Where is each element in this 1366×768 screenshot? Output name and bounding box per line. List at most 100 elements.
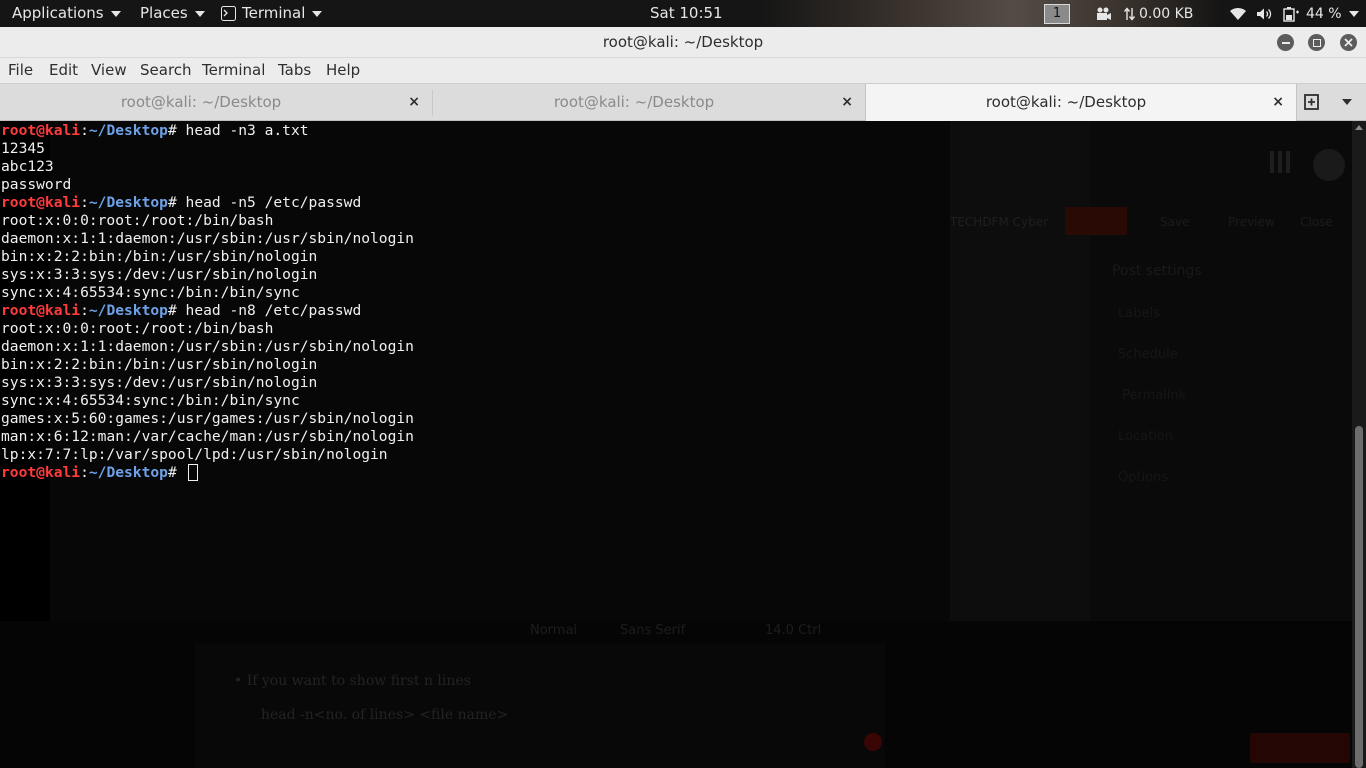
prompt-symbol: # bbox=[167, 194, 186, 211]
terminal-scrollbar[interactable] bbox=[1352, 121, 1366, 768]
output-text: lp:x:7:7:lp:/var/spool/lpd:/usr/sbin/nol… bbox=[1, 446, 388, 463]
applications-menu[interactable]: Applications bbox=[12, 0, 121, 27]
avatar bbox=[1313, 149, 1345, 181]
terminal-output-line: man:x:6:12:man:/var/cache/man:/usr/sbin/… bbox=[1, 428, 414, 446]
command-text: head -n5 /etc/passwd bbox=[185, 194, 362, 211]
post-settings-title: Post settings bbox=[1112, 263, 1202, 279]
blog-save-button: Save bbox=[1160, 215, 1190, 229]
format-normal: Normal bbox=[530, 623, 578, 638]
prompt-symbol: # bbox=[167, 302, 186, 319]
publish-button-ghost bbox=[1065, 207, 1127, 235]
network-speed-value: 0.00 KB bbox=[1139, 5, 1194, 22]
settings-permalink: Permalink bbox=[1122, 388, 1187, 403]
close-icon[interactable]: × bbox=[408, 84, 420, 121]
output-text: 12345 bbox=[1, 140, 45, 157]
apps-tray-icon[interactable] bbox=[1096, 0, 1112, 27]
prompt-separator: : bbox=[80, 464, 89, 481]
minimize-button[interactable] bbox=[1277, 34, 1294, 51]
network-speed: 0.00 KB bbox=[1124, 0, 1193, 27]
scroll-up-icon[interactable] bbox=[1355, 125, 1363, 130]
terminal-output-line: daemon:x:1:1:daemon:/usr/sbin:/usr/sbin/… bbox=[1, 338, 414, 356]
settings-options: Options bbox=[1118, 470, 1169, 485]
format-size: 14.0 Ctrl bbox=[765, 623, 822, 638]
clock[interactable]: Sat 10:51 bbox=[650, 0, 723, 27]
chevron-down-icon bbox=[110, 10, 121, 17]
prompt-user: root@kali bbox=[1, 464, 81, 481]
output-text: daemon:x:1:1:daemon:/usr/sbin:/usr/sbin/… bbox=[1, 338, 414, 355]
blog-bullet-label: If you want to show first n lines bbox=[246, 673, 471, 689]
close-window-button[interactable] bbox=[1340, 34, 1357, 51]
window-titlebar[interactable]: root@kali: ~/Desktop bbox=[0, 27, 1366, 58]
terminal-output-line: lp:x:7:7:lp:/var/spool/lpd:/usr/sbin/nol… bbox=[1, 446, 414, 464]
output-text: sync:x:4:65534:sync:/bin:/bin/sync bbox=[1, 392, 300, 409]
menu-tabs[interactable]: Tabs bbox=[278, 58, 311, 83]
maximize-icon bbox=[1312, 38, 1321, 47]
settings-schedule: Schedule bbox=[1118, 347, 1178, 362]
tab-label: root@kali: ~/Desktop bbox=[120, 93, 282, 111]
output-text: games:x:5:60:games:/usr/games:/usr/sbin/… bbox=[1, 410, 414, 427]
prompt-path: ~/Desktop bbox=[88, 194, 168, 211]
tab-2[interactable]: root@kali: ~/Desktop × bbox=[433, 84, 865, 121]
blog-close-button: Close bbox=[1300, 215, 1333, 229]
minimize-icon bbox=[1281, 41, 1290, 44]
gnome-top-bar: Applications Places Terminal Sat 10:51 1… bbox=[0, 0, 1366, 27]
prompt-path: ~/Desktop bbox=[88, 122, 168, 139]
tab-3-active[interactable]: root@kali: ~/Desktop × bbox=[865, 84, 1297, 121]
menu-terminal[interactable]: Terminal bbox=[202, 58, 265, 83]
output-text: sys:x:3:3:sys:/dev:/usr/sbin/nologin bbox=[1, 266, 318, 283]
output-text: man:x:6:12:man:/var/cache/man:/usr/sbin/… bbox=[1, 428, 414, 445]
new-tab-button[interactable] bbox=[1303, 93, 1321, 115]
menu-edit[interactable]: Edit bbox=[49, 58, 78, 83]
close-icon[interactable]: × bbox=[1272, 84, 1284, 121]
menu-help[interactable]: Help bbox=[326, 58, 360, 83]
format-font: Sans Serif bbox=[620, 623, 686, 638]
terminal-icon bbox=[221, 6, 236, 21]
apps-grid-icon bbox=[1270, 151, 1292, 173]
blog-bullet-text: • If you want to show first n lines bbox=[234, 673, 471, 689]
terminal-output-line: root:x:0:0:root:/root:/bin/bash bbox=[1, 320, 414, 338]
prompt-separator: : bbox=[80, 122, 89, 139]
tab-label: root@kali: ~/Desktop bbox=[985, 93, 1147, 111]
chevron-down-icon bbox=[1342, 99, 1352, 105]
terminal-output-line: daemon:x:1:1:daemon:/usr/sbin:/usr/sbin/… bbox=[1, 230, 414, 248]
notification-dot bbox=[864, 733, 882, 751]
workspace-indicator[interactable]: 1 bbox=[1044, 0, 1070, 27]
prompt-user: root@kali bbox=[1, 122, 81, 139]
terminal-view[interactable]: TECHDFM Cyber Save Preview Close Post se… bbox=[0, 121, 1352, 768]
terminal-app-label: Terminal bbox=[242, 4, 306, 22]
terminal-app-menu[interactable]: Terminal bbox=[221, 0, 323, 27]
close-icon bbox=[1344, 38, 1353, 47]
menu-search[interactable]: Search bbox=[140, 58, 192, 83]
prompt-user: root@kali bbox=[1, 302, 81, 319]
tab-1[interactable]: root@kali: ~/Desktop × bbox=[0, 84, 432, 121]
menu-file[interactable]: File bbox=[8, 58, 33, 83]
workspace-number: 1 bbox=[1044, 3, 1070, 24]
maximize-button[interactable] bbox=[1308, 34, 1325, 51]
text-cursor bbox=[187, 464, 198, 481]
output-text: sync:x:4:65534:sync:/bin:/bin/sync bbox=[1, 284, 300, 301]
floating-button-ghost bbox=[1250, 733, 1350, 763]
system-menu[interactable]: 44 % bbox=[1229, 0, 1359, 27]
battery-percent: 44 % bbox=[1306, 5, 1342, 22]
menu-view[interactable]: View bbox=[91, 58, 127, 83]
prompt-separator: : bbox=[80, 302, 89, 319]
close-icon[interactable]: × bbox=[841, 84, 853, 121]
applications-label: Applications bbox=[12, 4, 104, 22]
output-text: sys:x:3:3:sys:/dev:/usr/sbin/nologin bbox=[1, 374, 318, 391]
window-title: root@kali: ~/Desktop bbox=[602, 33, 764, 51]
prompt-user: root@kali bbox=[1, 194, 81, 211]
places-label: Places bbox=[140, 4, 188, 22]
tab-bar: root@kali: ~/Desktop × root@kali: ~/Desk… bbox=[0, 83, 1366, 121]
terminal-output-line: root:x:0:0:root:/root:/bin/bash bbox=[1, 212, 414, 230]
video-camera-icon bbox=[1097, 7, 1111, 20]
places-menu[interactable]: Places bbox=[140, 0, 205, 27]
terminal-prompt-line: root@kali:~/Desktop# head -n8 /etc/passw… bbox=[1, 302, 414, 320]
scrollbar-thumb[interactable] bbox=[1355, 426, 1363, 768]
output-text: abc123 bbox=[1, 158, 54, 175]
chevron-down-icon bbox=[194, 10, 205, 17]
terminal-output-line: sys:x:3:3:sys:/dev:/usr/sbin/nologin bbox=[1, 266, 414, 284]
prompt-separator: : bbox=[80, 194, 89, 211]
blog-preview-button: Preview bbox=[1228, 215, 1275, 229]
tab-label: root@kali: ~/Desktop bbox=[553, 93, 715, 111]
tabs-dropdown-button[interactable] bbox=[1342, 99, 1352, 105]
